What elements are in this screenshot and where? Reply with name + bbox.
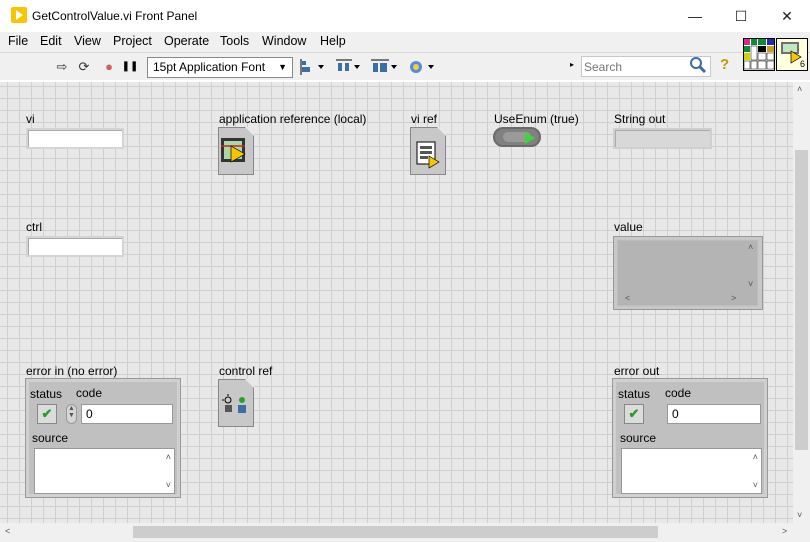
pause-icon[interactable]: ❚❚ <box>121 58 139 76</box>
menu-operate[interactable]: Operate <box>164 34 209 48</box>
error-out-cluster: status code ✔ 0 source ˄ ˅ <box>612 378 768 498</box>
app-ref-refnum[interactable] <box>218 127 254 175</box>
vertical-scrollbar[interactable]: ˄ ˅ <box>793 82 810 523</box>
menu-project[interactable]: Project <box>113 34 152 48</box>
menu-view[interactable]: View <box>74 34 101 48</box>
scroll-up-icon[interactable]: ˄ <box>748 242 753 252</box>
play-arrow-icon <box>525 132 535 144</box>
error-in-code-field[interactable]: 0 <box>81 404 173 424</box>
help-icon[interactable]: ? <box>720 56 729 73</box>
error-in-label: error in (no error) <box>26 364 118 378</box>
distribute-objects-icon[interactable] <box>336 59 362 75</box>
value-label: value <box>614 220 643 234</box>
ctrl-label: ctrl <box>26 220 42 234</box>
error-out-code-field: 0 <box>667 404 761 424</box>
menu-bar: File Edit View Project Operate Tools Win… <box>0 32 810 52</box>
error-out-label: error out <box>614 364 660 378</box>
error-in-status-checkbox[interactable]: ✔ <box>37 404 57 424</box>
scroll-right-icon[interactable]: > <box>731 293 736 303</box>
scroll-right-icon[interactable]: > <box>782 526 787 536</box>
chevron-down-icon: ▼ <box>278 62 287 72</box>
vi-icon[interactable]: 6 <box>776 38 808 71</box>
vi-label: vi <box>26 112 35 126</box>
maximize-button[interactable]: ☐ <box>718 0 764 32</box>
vi-ref-refnum[interactable] <box>410 127 446 175</box>
font-select[interactable]: 15pt Application Font ▼ <box>147 57 293 78</box>
menu-file[interactable]: File <box>8 34 28 48</box>
horizontal-scroll-thumb[interactable] <box>133 526 658 538</box>
connector-pane-icon[interactable] <box>743 38 775 71</box>
scroll-down-icon[interactable]: ˅ <box>753 480 758 490</box>
use-enum-led[interactable] <box>493 127 541 147</box>
error-in-source-label: source <box>32 431 69 445</box>
error-in-code-label: code <box>76 386 103 400</box>
reorder-icon[interactable] <box>408 58 436 76</box>
error-out-code-label: code <box>665 386 692 400</box>
minimize-button[interactable]: — <box>672 0 718 32</box>
menu-window[interactable]: Window <box>262 34 306 48</box>
error-in-source-field[interactable]: ˄ ˅ <box>34 448 175 494</box>
control-icon <box>222 394 246 413</box>
resize-objects-icon[interactable] <box>371 59 399 75</box>
abort-icon[interactable]: ● <box>100 58 118 76</box>
search-icon[interactable] <box>689 56 707 74</box>
scroll-down-icon[interactable]: ˅ <box>797 510 802 520</box>
vi-icon-badge: 6 <box>799 59 805 69</box>
error-out-status-indicator: ✔ <box>624 404 644 424</box>
scroll-up-icon[interactable]: ˄ <box>166 452 171 462</box>
scroll-left-icon[interactable]: < <box>625 293 630 303</box>
title-bar: GetControlValue.vi Front Panel — ☐ ✕ <box>0 0 810 32</box>
scroll-left-icon[interactable]: < <box>5 526 10 536</box>
scroll-up-icon[interactable]: ˄ <box>753 452 758 462</box>
control-ref-label: control ref <box>219 364 273 378</box>
value-display <box>617 240 758 306</box>
search-input[interactable] <box>584 59 684 74</box>
scroll-down-icon[interactable]: ˅ <box>166 480 171 490</box>
horizontal-scrollbar[interactable]: < > <box>0 523 810 542</box>
app-ref-label: application reference (local) <box>219 112 367 126</box>
align-objects-icon[interactable] <box>300 59 326 75</box>
vertical-scroll-thumb[interactable] <box>795 150 808 450</box>
control-ref-refnum[interactable] <box>218 379 254 427</box>
run-icon[interactable]: ⇨ <box>53 58 71 76</box>
use-enum-label: UseEnum (true) <box>494 112 579 126</box>
search-expand-icon[interactable]: ▸ <box>570 60 574 69</box>
close-button[interactable]: ✕ <box>764 0 810 32</box>
menu-edit[interactable]: Edit <box>40 34 62 48</box>
window-title: GetControlValue.vi Front Panel <box>32 9 198 23</box>
error-in-cluster: status code ✔ ▲ ▼ 0 source ˄ ˅ <box>25 378 181 498</box>
error-out-status-label: status <box>618 387 651 401</box>
menu-tools[interactable]: Tools <box>220 34 249 48</box>
vi-input[interactable] <box>26 128 124 149</box>
vi-ref-label: vi ref <box>411 112 438 126</box>
run-continuously-icon[interactable]: ⟳ <box>75 58 93 76</box>
string-out-label: String out <box>614 112 666 126</box>
value-indicator: ˄ ˅ < > <box>613 236 763 310</box>
font-select-value: 15pt Application Font <box>153 60 266 74</box>
menu-help[interactable]: Help <box>320 34 346 48</box>
error-in-status-label: status <box>30 387 63 401</box>
error-out-source-field: ˄ ˅ <box>621 448 762 494</box>
string-out-indicator <box>613 128 712 149</box>
ctrl-input[interactable] <box>26 236 124 257</box>
labview-app-icon <box>11 7 27 23</box>
vi-document-icon <box>416 141 440 169</box>
error-out-source-label: source <box>620 431 657 445</box>
application-icon <box>221 138 246 163</box>
scroll-down-icon[interactable]: ˅ <box>748 279 753 289</box>
error-in-code-increment[interactable]: ▲ ▼ <box>66 404 77 424</box>
scroll-up-icon[interactable]: ˄ <box>797 84 802 94</box>
